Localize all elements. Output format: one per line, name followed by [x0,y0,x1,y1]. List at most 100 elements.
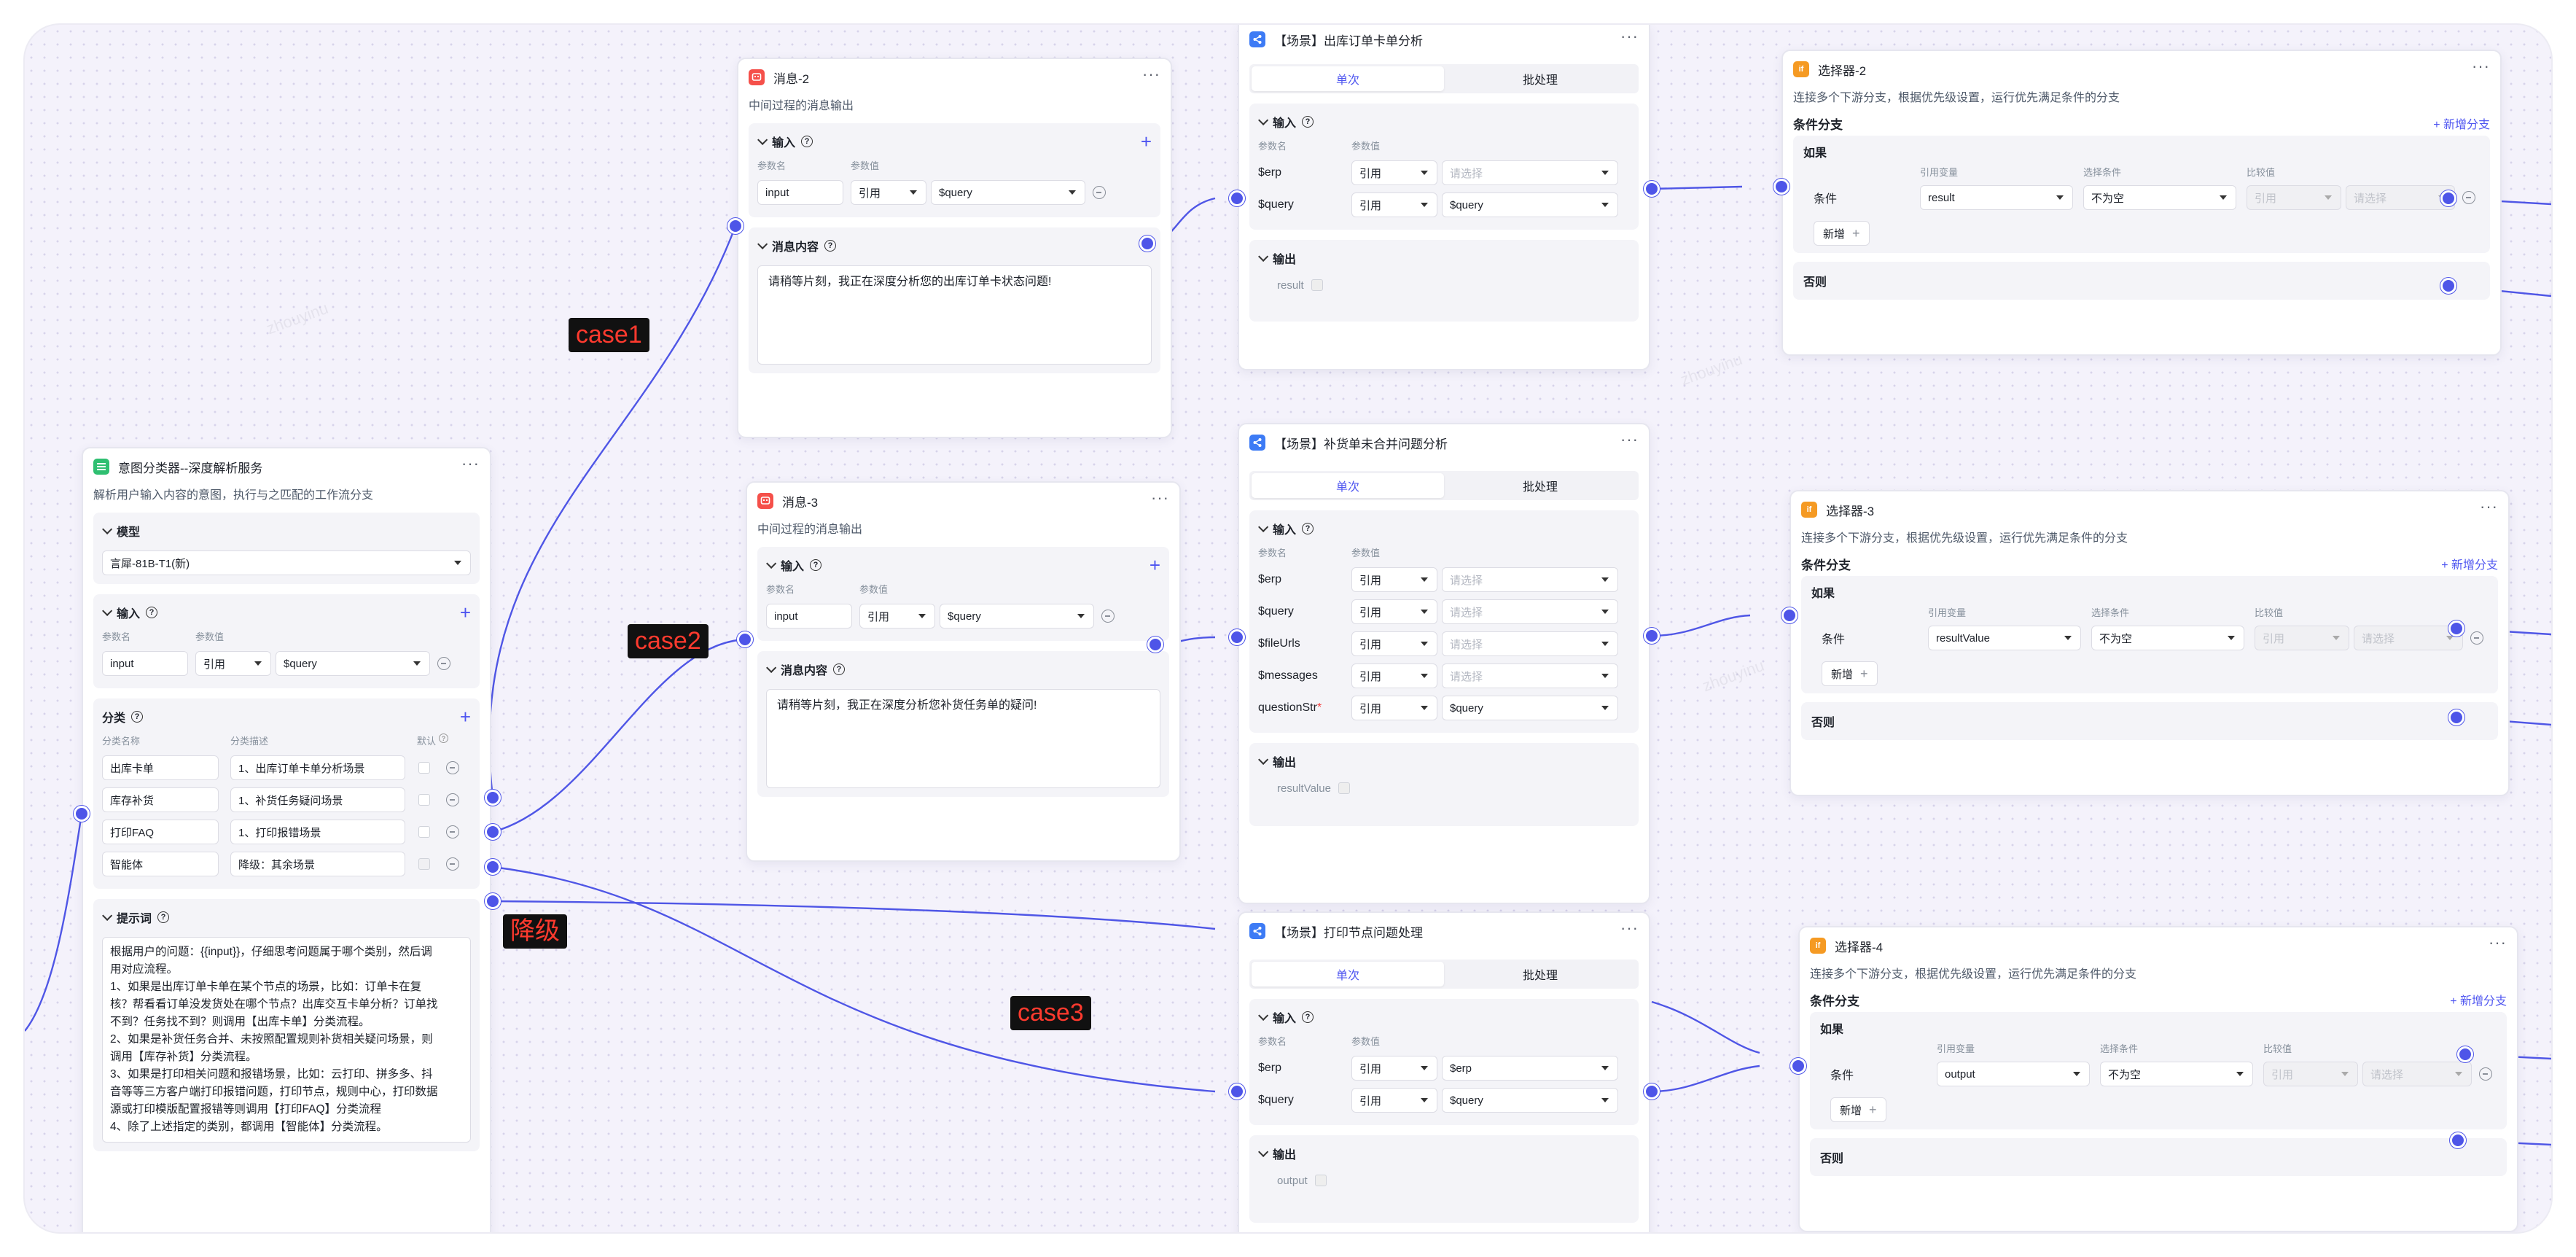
more-options-button[interactable]: ··· [2489,935,2507,952]
add-class-button[interactable]: + [460,707,471,726]
more-options-button[interactable]: ··· [461,456,480,473]
scene-node-print[interactable]: 【场景】打印节点问题处理 ··· 单次 批处理 输入? 参数名 参数值 $erp 引… [1238,911,1650,1232]
selector-node-3[interactable]: if 选择器-3 ··· 连接多个下游分支，根据优先级设置，运行优先满足条件的分… [1789,490,2510,796]
param-value-select[interactable]: $query [276,651,430,676]
scene-node-replenish[interactable]: 【场景】补货单未合并问题分析 ··· 单次 批处理 输入? 参数名 参数值 $er… [1238,423,1650,904]
add-branch-button[interactable]: + 新增分支 [2441,555,2498,572]
param-name-input[interactable]: input [766,604,852,628]
compare-value-select[interactable]: 请选择 [2354,626,2463,650]
param-type-select[interactable]: 引用 [1351,599,1437,624]
help-icon[interactable]: ? [439,733,449,743]
intent-classifier-node[interactable]: 意图分类器--深度解析服务 ··· 解析用户输入内容的意图，执行与之匹配的工作流… [82,447,491,1232]
remove-icon[interactable] [2462,191,2475,204]
default-checkbox-checked[interactable] [418,858,430,870]
class-name-input[interactable]: 智能体 [102,852,219,876]
add-branch-button[interactable]: + 新增分支 [2450,991,2507,1008]
param-type-select[interactable]: 引用 [1351,1056,1437,1081]
param-type-select[interactable]: 引用 [1351,696,1437,720]
class-name-input[interactable]: 打印FAQ [102,820,219,844]
prompt-textarea[interactable]: 根据用户的问题：{{input}}，仔细思考问题属于哪个类别，然后调 用对应流程。… [102,937,471,1143]
class-name-input[interactable]: 库存补货 [102,787,219,812]
chevron-down-icon[interactable] [757,238,768,249]
more-options-button[interactable]: ··· [1142,66,1160,84]
tab-batch[interactable]: 批处理 [1444,473,1636,498]
class-desc-input[interactable]: 降级：其余场景 [230,852,405,876]
param-value-select[interactable]: 请选择 [1442,663,1618,688]
default-checkbox[interactable] [418,794,430,806]
param-value-select[interactable]: $query [1442,1088,1618,1113]
branch-port-else[interactable] [2450,1132,2466,1148]
message-content-textarea[interactable]: 请稍等片刻，我正在深度分析您补货任务单的疑问! [766,689,1160,788]
add-condition-button[interactable]: 新增 + [1814,221,1870,246]
chevron-down-icon[interactable] [766,558,777,569]
help-icon[interactable]: ? [1302,523,1314,534]
remove-icon[interactable] [2479,1067,2492,1081]
model-select[interactable]: 言犀-81B-T1(新) [102,550,471,575]
selector-node-4[interactable]: if 选择器-4 ··· 连接多个下游分支，根据优先级设置，运行优先满足条件的分… [1798,926,2518,1232]
remove-icon[interactable] [437,657,450,670]
remove-icon[interactable] [446,761,459,774]
chevron-down-icon[interactable] [757,134,768,145]
param-value-select[interactable]: $query [1442,696,1618,720]
chevron-down-icon[interactable] [1258,754,1269,765]
more-options-button[interactable]: ··· [1620,432,1639,449]
help-icon[interactable]: ? [157,911,170,923]
output-port-print[interactable] [485,859,501,875]
remove-icon[interactable] [1101,610,1115,623]
output-checkbox[interactable] [1311,279,1323,291]
branch-port-if[interactable] [2457,1046,2473,1062]
help-icon[interactable]: ? [824,240,837,252]
workflow-canvas[interactable]: zhouyinu zhouyinu zhouyinu zhouyinu zhou… [25,25,2551,1232]
condition-variable-select[interactable]: result [1920,185,2073,210]
condition-operator-select[interactable]: 不为空 [2083,185,2236,210]
param-type-select[interactable]: 引用 [1351,160,1437,185]
default-checkbox[interactable] [418,826,430,838]
input-port[interactable] [737,631,753,647]
help-icon[interactable]: ? [1302,116,1314,128]
more-options-button[interactable]: ··· [2472,58,2490,76]
help-icon[interactable]: ? [1302,1011,1314,1023]
input-port[interactable] [1229,190,1245,206]
output-checkbox[interactable] [1314,1175,1327,1186]
chevron-down-icon[interactable] [1258,1010,1269,1021]
remove-icon[interactable] [1093,186,1106,199]
condition-variable-select[interactable]: resultValue [1928,626,2081,650]
tab-batch[interactable]: 批处理 [1444,66,1636,91]
chevron-down-icon[interactable] [766,662,777,673]
param-value-select[interactable]: 请选择 [1442,160,1618,185]
chevron-down-icon[interactable] [1258,114,1269,125]
tab-single[interactable]: 单次 [1252,962,1444,986]
class-name-input[interactable]: 出库卡单 [102,755,219,780]
branch-port-if[interactable] [2440,190,2456,206]
input-port[interactable] [727,218,743,234]
compare-type-select[interactable]: 引用 [2255,626,2349,650]
chevron-down-icon[interactable] [1258,1146,1269,1157]
param-type-select[interactable]: 引用 [1351,567,1437,592]
output-port[interactable] [1139,236,1155,252]
class-desc-input[interactable]: 1、打印报错场景 [230,820,405,844]
tab-single[interactable]: 单次 [1252,473,1444,498]
add-input-button[interactable]: + [1141,132,1152,151]
add-condition-button[interactable]: 新增 + [1830,1097,1886,1122]
message-node-3[interactable]: 消息-3 ··· 中间过程的消息输出 输入? + 参数名 参数值 input 引用 … [746,481,1181,862]
chevron-down-icon[interactable] [102,524,113,534]
param-type-select[interactable]: 引用 [1351,631,1437,656]
compare-type-select[interactable]: 引用 [2247,185,2341,210]
param-value-select[interactable]: 请选择 [1442,599,1618,624]
add-branch-button[interactable]: + 新增分支 [2433,114,2490,132]
branch-port-else[interactable] [2440,278,2456,294]
output-port[interactable] [1644,628,1660,644]
help-icon[interactable]: ? [833,663,846,675]
input-port[interactable] [74,806,90,822]
add-input-button[interactable]: + [1150,556,1160,575]
more-options-button[interactable]: ··· [1151,490,1169,507]
remove-icon[interactable] [2470,631,2483,645]
param-type-select[interactable]: 引用 [1351,1088,1437,1113]
branch-port-if[interactable] [2448,620,2464,637]
remove-icon[interactable] [446,825,459,838]
message-node-2[interactable]: 消息-2 ··· 中间过程的消息输出 输入? + 参数名 参数值 input 引用 … [737,58,1172,438]
param-type-select[interactable]: 引用 [859,604,935,628]
param-type-select[interactable]: 引用 [851,180,926,205]
param-value-select[interactable]: $query [940,604,1094,628]
param-type-select[interactable]: 引用 [1351,192,1437,217]
